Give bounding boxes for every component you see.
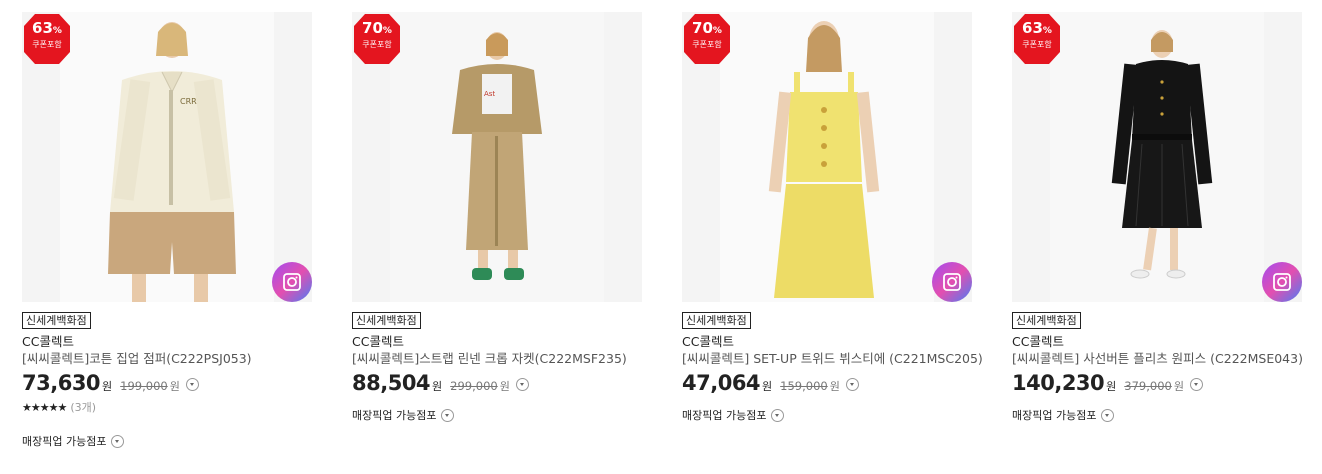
- pickup-store-toggle[interactable]: 매장픽업 가능점포: [22, 433, 314, 449]
- sale-price: 88,504: [352, 371, 431, 395]
- price-row: 47,064 원 159,000 원: [682, 371, 974, 395]
- product-card[interactable]: 70% 쿠폰포함 신세계백화점 CC콜렉트 [씨씨콜렉트] SET-UP 트위드…: [682, 12, 983, 423]
- sale-price: 73,630: [22, 371, 101, 395]
- camera-icon[interactable]: [1262, 262, 1302, 302]
- product-name[interactable]: [씨씨콜렉트]스트랩 린넨 크롭 자켓(C222MSF235): [352, 350, 644, 367]
- product-image[interactable]: CRRIT 63% 쿠폰포함: [22, 12, 312, 302]
- pickup-label: 매장픽업 가능점포: [22, 435, 107, 448]
- product-grid: CRRIT 63% 쿠폰포함 신세계백화점 CC콜렉트 [씨씨콜렉트]코튼 집업…: [0, 0, 1322, 474]
- product-name[interactable]: [씨씨콜렉트] 사선버튼 플리츠 원피스 (C222MSE043): [1012, 350, 1304, 367]
- coupon-label: 쿠폰포함: [692, 40, 722, 49]
- brand-name[interactable]: CC콜렉트: [1012, 334, 1304, 350]
- price-row: 140,230 원 379,000 원: [1012, 371, 1304, 395]
- price-info-icon[interactable]: [515, 378, 529, 391]
- price-info-icon[interactable]: [185, 378, 199, 391]
- discount-value: 70: [692, 19, 713, 37]
- price-currency: 원: [102, 380, 113, 393]
- store-badge: 신세계백화점: [22, 312, 91, 329]
- product-image[interactable]: Ast 70% 쿠폰포함: [352, 12, 642, 302]
- sale-price: 47,064: [682, 371, 761, 395]
- store-badge: 신세계백화점: [1012, 312, 1081, 329]
- svg-text:Ast: Ast: [484, 90, 495, 98]
- price-currency: 원: [762, 380, 773, 393]
- rating[interactable]: ★★★★★ (3개): [22, 399, 314, 415]
- original-currency: 원: [1173, 380, 1184, 393]
- chevron-down-icon[interactable]: [111, 434, 125, 448]
- price-row: 88,504 원 299,000 원: [352, 371, 644, 395]
- brand-name[interactable]: CC콜렉트: [352, 334, 644, 350]
- camera-icon[interactable]: [932, 262, 972, 302]
- brand-name[interactable]: CC콜렉트: [682, 334, 974, 350]
- original-currency: 원: [169, 380, 180, 393]
- pickup-store-toggle[interactable]: 매장픽업 가능점포: [352, 407, 644, 423]
- product-name[interactable]: [씨씨콜렉트]코튼 집업 점퍼(C222PSJ053): [22, 350, 314, 367]
- camera-icon[interactable]: [272, 262, 312, 302]
- pickup-store-toggle[interactable]: 매장픽업 가능점포: [1012, 407, 1304, 423]
- discount-badge: 70% 쿠폰포함: [354, 14, 400, 64]
- product-image[interactable]: 63% 쿠폰포함: [1012, 12, 1302, 302]
- discount-badge: 70% 쿠폰포함: [684, 14, 730, 64]
- coupon-label: 쿠폰포함: [32, 40, 62, 49]
- original-price: 379,000: [1124, 379, 1172, 393]
- price-currency: 원: [1106, 380, 1117, 393]
- chevron-down-icon[interactable]: [441, 408, 455, 422]
- product-name[interactable]: [씨씨콜렉트] SET-UP 트위드 뷔스티에 (C221MSC205): [682, 350, 983, 367]
- pickup-label: 매장픽업 가능점포: [682, 409, 767, 422]
- pickup-store-toggle[interactable]: 매장픽업 가능점포: [682, 407, 974, 423]
- discount-value: 63: [1022, 19, 1043, 37]
- product-image[interactable]: 70% 쿠폰포함: [682, 12, 972, 302]
- brand-name[interactable]: CC콜렉트: [22, 334, 314, 350]
- review-count: (3개): [70, 401, 97, 414]
- price-info-icon[interactable]: [845, 378, 859, 391]
- original-price: 199,000: [120, 379, 168, 393]
- original-currency: 원: [499, 380, 510, 393]
- store-badge: 신세계백화점: [352, 312, 421, 329]
- coupon-label: 쿠폰포함: [362, 40, 392, 49]
- discount-badge: 63% 쿠폰포함: [24, 14, 70, 64]
- price-info-icon[interactable]: [1189, 378, 1203, 391]
- product-card[interactable]: Ast 70% 쿠폰포함 신세계백화점 CC콜렉트 [씨씨콜렉트]스트랩 린넨 …: [352, 12, 644, 423]
- product-card[interactable]: 63% 쿠폰포함 신세계백화점 CC콜렉트 [씨씨콜렉트] 사선버튼 플리츠 원…: [1012, 12, 1304, 423]
- original-currency: 원: [829, 380, 840, 393]
- product-card[interactable]: CRRIT 63% 쿠폰포함 신세계백화점 CC콜렉트 [씨씨콜렉트]코튼 집업…: [22, 12, 314, 449]
- price-currency: 원: [432, 380, 443, 393]
- pickup-label: 매장픽업 가능점포: [352, 409, 437, 422]
- coupon-label: 쿠폰포함: [1022, 40, 1052, 49]
- chevron-down-icon[interactable]: [771, 408, 785, 422]
- price-row: 73,630 원 199,000 원: [22, 371, 314, 395]
- discount-value: 70: [362, 19, 383, 37]
- chevron-down-icon[interactable]: [1101, 408, 1115, 422]
- original-price: 159,000: [780, 379, 828, 393]
- original-price: 299,000: [450, 379, 498, 393]
- discount-value: 63: [32, 19, 53, 37]
- pickup-label: 매장픽업 가능점포: [1012, 409, 1097, 422]
- star-rating-icon: ★★★★★: [22, 401, 67, 414]
- sale-price: 140,230: [1012, 371, 1105, 395]
- discount-badge: 63% 쿠폰포함: [1014, 14, 1060, 64]
- store-badge: 신세계백화점: [682, 312, 751, 329]
